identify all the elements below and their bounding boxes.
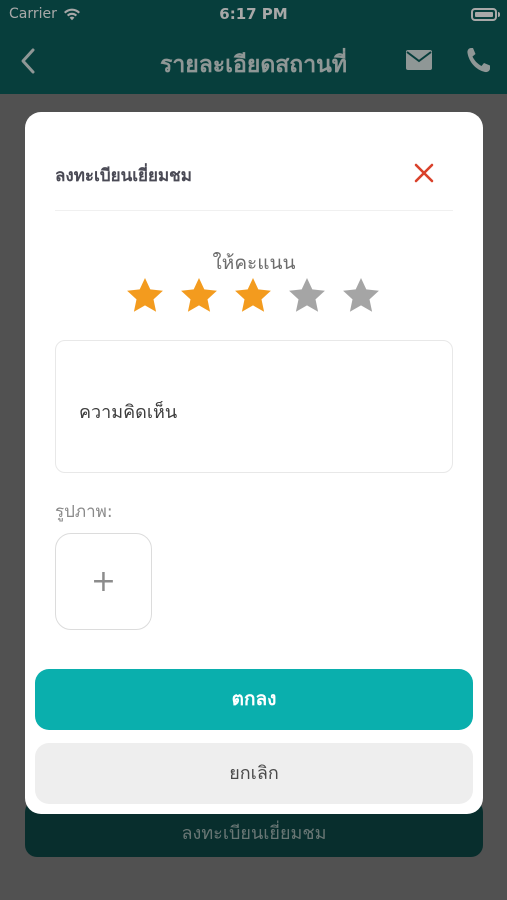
- cancel-button[interactable]: ยกเลิก: [35, 743, 473, 804]
- comment-input[interactable]: ความคิดเห็น: [55, 340, 453, 473]
- register-visit-dialog: ลงทะเบียนเยี่ยมชม ให้คะแนน ความคิดเห็น ร…: [25, 112, 483, 814]
- plus-icon: +: [90, 564, 117, 599]
- comment-placeholder: ความคิดเห็น: [79, 402, 178, 423]
- star-filled-icon[interactable]: [233, 276, 273, 316]
- photos-label: รูปภาพ:: [55, 502, 113, 522]
- dialog-title: ลงทะเบียนเยี่ยมชม: [55, 166, 192, 186]
- star-empty-icon[interactable]: [341, 276, 381, 316]
- star-empty-icon[interactable]: [287, 276, 327, 316]
- rating-label: ให้คะแนน: [212, 252, 296, 274]
- star-filled-icon[interactable]: [179, 276, 219, 316]
- star-filled-icon[interactable]: [125, 276, 165, 316]
- close-icon[interactable]: [411, 160, 437, 186]
- star-rating[interactable]: [125, 276, 381, 316]
- add-photo-button[interactable]: +: [55, 533, 152, 630]
- confirm-button[interactable]: ตกลง: [35, 669, 473, 730]
- dialog-divider: [55, 210, 453, 211]
